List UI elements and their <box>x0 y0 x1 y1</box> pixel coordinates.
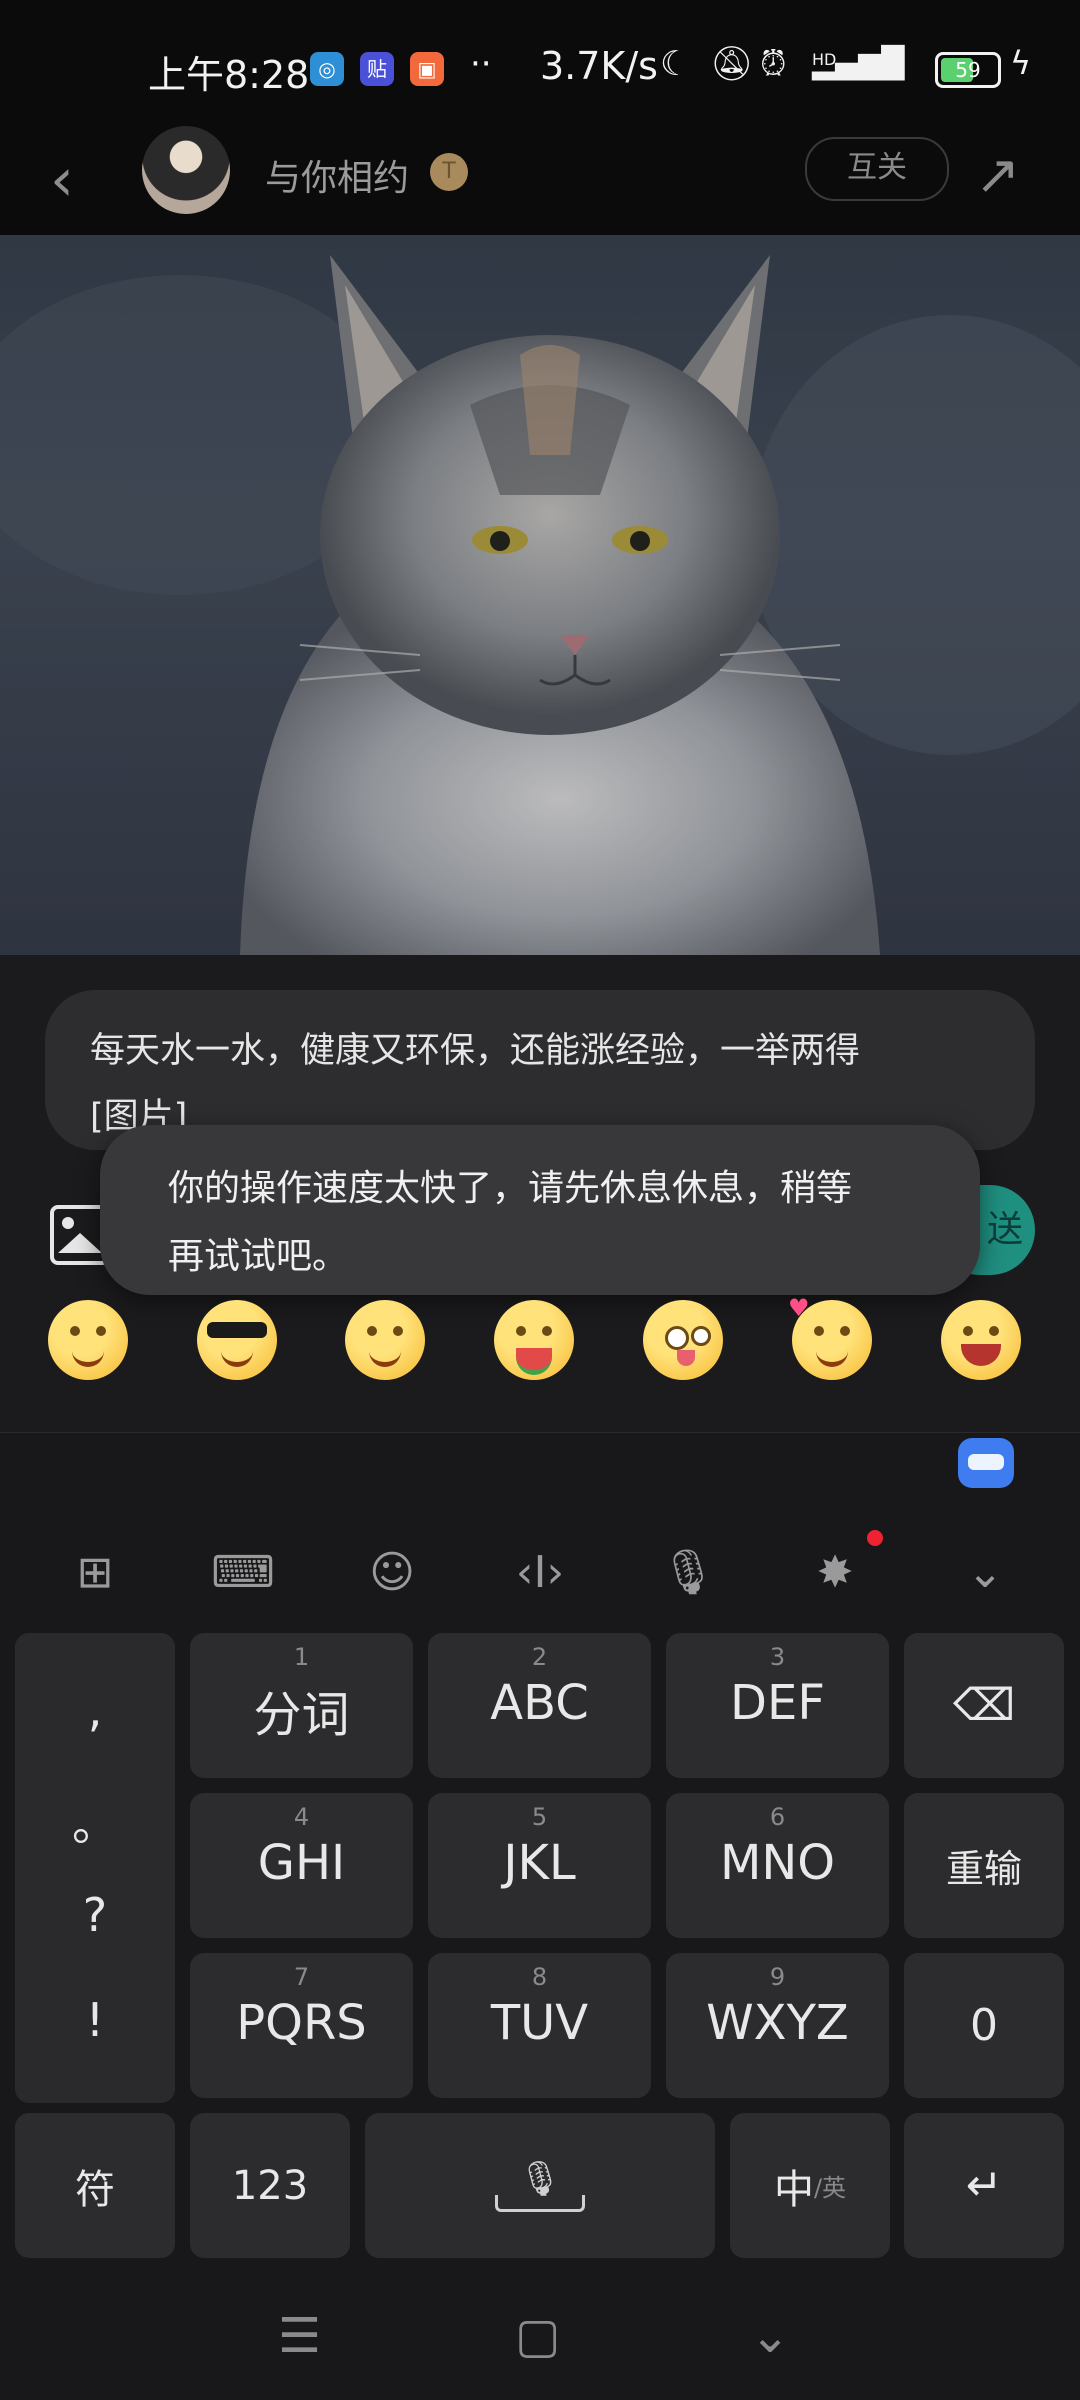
key-label: WXYZ <box>706 1995 849 2051</box>
key-label: GHI <box>257 1835 346 1891</box>
punct-exclaim[interactable]: ! <box>15 1993 175 2047</box>
symbol-key[interactable]: 符 <box>15 2113 175 2258</box>
key-number: 6 <box>769 1803 786 1831</box>
key-number: 7 <box>293 1963 310 1991</box>
emoji-shy[interactable] <box>345 1300 425 1380</box>
microphone-icon[interactable]: 🎙︎ <box>648 1538 728 1608</box>
emoji-cool-sunglasses[interactable] <box>197 1300 277 1380</box>
battery-icon: 59 <box>935 52 1001 88</box>
punct-comma[interactable]: , <box>15 1683 175 1737</box>
key-label: 中/英 <box>730 2113 890 2258</box>
backspace-icon: ⌫ <box>952 1680 1016 1731</box>
text-cursor-icon[interactable]: ‹I› <box>500 1538 580 1608</box>
key-number: 3 <box>769 1643 786 1671</box>
key-label: DEF <box>730 1675 825 1731</box>
menu-nav-icon[interactable]: ☰ <box>278 2308 321 2364</box>
space-key[interactable]: 🎙︎ <box>365 2113 715 2258</box>
notification-dot <box>867 1530 883 1546</box>
apps-grid-icon[interactable]: ⊞ <box>55 1538 135 1608</box>
assistant-robot-icon[interactable] <box>958 1438 1014 1488</box>
reinput-key[interactable]: 重输 <box>904 1793 1064 1938</box>
collapse-keyboard-icon[interactable]: ⌄ <box>945 1538 1025 1608</box>
punctuation-column[interactable]: , 。 ? ! <box>15 1633 175 2103</box>
key-label: 0 <box>970 2000 998 2051</box>
backspace-key[interactable]: ⌫ <box>904 1633 1064 1778</box>
zero-key[interactable]: 0 <box>904 1953 1064 2098</box>
shopping-app-icon: ▣ <box>410 52 444 86</box>
key-5[interactable]: 5 JKL <box>428 1793 651 1938</box>
toast-line-1: 你的操作速度太快了，请先休息休息，稍等 <box>168 1168 853 1209</box>
key-number: 5 <box>531 1803 548 1831</box>
wifi-icon: ◠ <box>875 44 905 84</box>
alarm-icon: ⏰︎ <box>760 44 787 84</box>
emoji-smile[interactable] <box>48 1300 128 1380</box>
level-badge-icon: T <box>430 153 468 191</box>
home-nav-icon[interactable]: ▢ <box>515 2308 560 2364</box>
key-label: 123 <box>231 2162 309 2209</box>
emoji-eating-watermelon[interactable] <box>494 1300 574 1380</box>
avatar[interactable] <box>142 126 230 214</box>
back-nav-icon[interactable]: ⌄ <box>750 2308 790 2364</box>
key-label: PQRS <box>236 1995 367 2051</box>
emoji-face-icon[interactable]: ☺︎ <box>352 1538 432 1608</box>
back-arrow-icon[interactable]: ‹ <box>50 145 74 215</box>
maps-app-icon: ◎ <box>310 52 344 86</box>
draft-text-body: 每天水一水，健康又环保，还能涨经验，一举两得 <box>90 1031 861 1071</box>
key-4[interactable]: 4 GHI <box>190 1793 413 1938</box>
language-switch-key[interactable]: 中/英 <box>730 2113 890 2258</box>
emoji-crazy-tongue[interactable] <box>643 1300 723 1380</box>
key-number: 1 <box>293 1643 310 1671</box>
key-9[interactable]: 9 WXYZ <box>666 1953 889 2098</box>
toast-text: 你的操作速度太快了，请先休息休息，稍等 再试试吧。 <box>168 1155 928 1291</box>
emoji-love-heart[interactable]: ♥ <box>788 1294 872 1380</box>
punct-question[interactable]: ? <box>15 1888 175 1942</box>
skin-theme-icon[interactable]: ✸ <box>795 1538 875 1608</box>
number-mode-key[interactable]: 123 <box>190 2113 350 2258</box>
key-label: 符 <box>75 2166 115 2213</box>
battery-level: 59 <box>955 58 981 82</box>
enter-key[interactable]: ↵ <box>904 2113 1064 2258</box>
key-number: 4 <box>293 1803 310 1831</box>
key-label: 分词 <box>253 1687 350 1743</box>
network-speed: 3.7K/s <box>540 44 658 88</box>
share-icon[interactable]: ↗ <box>975 143 1020 206</box>
charging-icon: ϟ <box>1010 44 1032 82</box>
key-label: TUV <box>490 1995 589 2051</box>
key-2[interactable]: 2 ABC <box>428 1633 651 1778</box>
keyboard-icon[interactable]: ⌨︎ <box>203 1538 283 1608</box>
key-label: 重输 <box>945 1847 1022 1891</box>
space-mic-icon: 🎙︎ <box>365 2113 715 2258</box>
post-image[interactable] <box>0 235 1080 955</box>
emoji-grin[interactable] <box>941 1300 1021 1380</box>
tieba-app-icon: 贴 <box>360 52 394 86</box>
key-label: MNO <box>719 1835 836 1891</box>
key-1[interactable]: 1 分词 <box>190 1633 413 1778</box>
key-7[interactable]: 7 PQRS <box>190 1953 413 2098</box>
key-3[interactable]: 3 DEF <box>666 1633 889 1778</box>
lang-primary: 中 <box>773 2166 814 2213</box>
mute-bell-icon: 🔕︎ <box>710 44 754 84</box>
toast-line-2: 再试试吧。 <box>168 1236 349 1277</box>
key-6[interactable]: 6 MNO <box>666 1793 889 1938</box>
more-indicator: ·· <box>470 44 492 84</box>
rate-limit-toast: 你的操作速度太快了，请先休息休息，稍等 再试试吧。 <box>100 1125 980 1295</box>
cat-photo <box>0 235 1080 955</box>
mutual-follow-button[interactable]: 互关 <box>805 137 949 201</box>
key-number: 2 <box>531 1643 548 1671</box>
chat-header: ‹ 与你相约 T 互关 ↗ <box>0 126 1080 235</box>
enter-icon: ↵ <box>965 2160 1003 2211</box>
punct-period[interactable]: 。 <box>15 1788 175 1854</box>
status-time: 上午8:28 <box>148 53 310 97</box>
ime-keyboard: ⊞ ⌨︎ ☺︎ ‹I› 🎙︎ ✸ ⌄ , 。 ? ! 1 分词 2 ABC 3 … <box>0 1433 1080 2400</box>
status-bar: 上午8:28 ◎ 贴 ▣ ·· 3.7K/s ☾ 🔕︎ ⏰︎ HD ▂▄▆█ ◠… <box>0 0 1080 135</box>
composer-area: 每天水一水，健康又环保，还能涨经验，一举两得 [图片] 送 你的操作速度太快了，… <box>0 955 1080 1433</box>
moon-icon: ☾ <box>660 44 691 84</box>
key-label: ABC <box>490 1675 589 1731</box>
key-number: 9 <box>769 1963 786 1991</box>
key-8[interactable]: 8 TUV <box>428 1953 651 2098</box>
key-label: JKL <box>503 1835 576 1891</box>
key-number: 8 <box>531 1963 548 1991</box>
username[interactable]: 与你相约 <box>265 149 409 201</box>
lang-secondary: /英 <box>813 2174 847 2202</box>
